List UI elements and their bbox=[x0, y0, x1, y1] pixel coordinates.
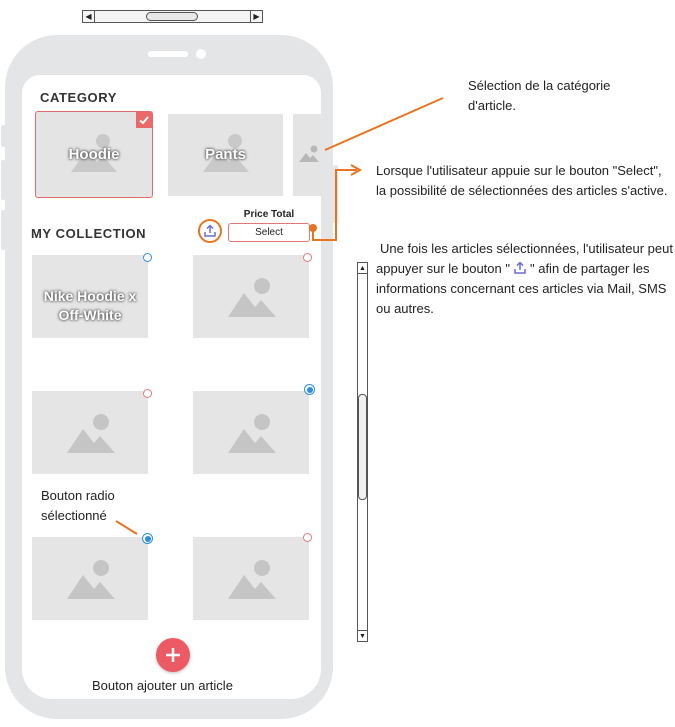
select-callout-line bbox=[312, 169, 357, 241]
category-annotation: Sélection de la catégorie d'article. bbox=[468, 78, 611, 113]
radio-callout-line bbox=[115, 520, 138, 535]
vertical-scroll-thumb[interactable] bbox=[358, 394, 367, 500]
scroll-up-arrow-icon[interactable]: ▲ bbox=[358, 263, 367, 274]
select-annotation: Lorsque l'utilisateur appuie sur le bout… bbox=[376, 163, 668, 198]
category-callout-line bbox=[324, 97, 444, 151]
share-icon bbox=[514, 261, 526, 274]
vertical-scrollbar[interactable]: ▲ ▼ bbox=[357, 262, 368, 642]
share-annotation: Une fois les articles sélectionnées, l'u… bbox=[376, 239, 674, 319]
scroll-down-arrow-icon[interactable]: ▼ bbox=[358, 630, 367, 641]
